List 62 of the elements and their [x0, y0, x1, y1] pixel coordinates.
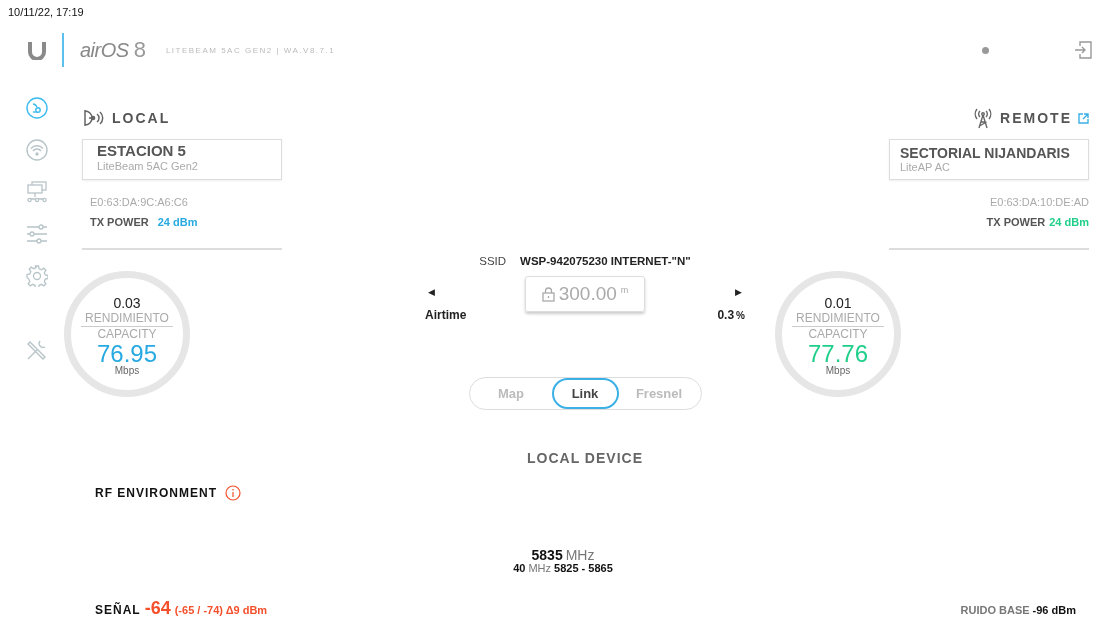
previous-arrow[interactable]: ◀ — [425, 286, 525, 298]
tools-icon[interactable] — [26, 339, 48, 361]
capacity-unit: Mbps — [825, 366, 851, 376]
rf-environment-title: RF ENVIRONMENT — [95, 486, 217, 500]
tx-power-value: 24 dBm — [1049, 215, 1089, 229]
ssid-value: WSP-942075230 INTERNET-"N" — [520, 254, 691, 269]
channel-width-unit: MHz — [528, 562, 552, 574]
noise-floor-label: RUIDO BASE — [960, 604, 1030, 616]
distance-unit: m — [620, 285, 629, 295]
channel-width: 40 — [513, 562, 526, 574]
sliders-icon[interactable] — [26, 223, 48, 245]
device-model: LiteAP AC — [900, 161, 951, 173]
product-name: airOS — [80, 38, 129, 62]
airtime-value: 0.3 — [717, 308, 735, 322]
capacity-value: 77.76 — [807, 342, 869, 366]
device-name-field[interactable]: SECTORIAL NIJANDARIS LiteAP AC — [889, 139, 1089, 180]
product-version: 8 — [133, 37, 146, 63]
next-arrow[interactable]: ▶ — [732, 286, 745, 298]
frequency-unit: MHz — [565, 548, 595, 562]
mac-address: E0:63:DA:10:DE:AD — [989, 195, 1089, 209]
section-title: LOCAL DEVICE — [526, 450, 644, 466]
capacity-label: CAPACITY — [808, 327, 868, 341]
tx-power-label: TX POWER — [90, 215, 149, 229]
settings-icon[interactable] — [26, 265, 48, 287]
mac-address: E0:63:DA:9C:A6:C6 — [90, 195, 188, 209]
airtime-unit: % — [736, 309, 745, 323]
throughput-value: 0.03 — [113, 295, 141, 311]
device-name: ESTACION 5 — [97, 142, 187, 160]
info-icon[interactable] — [225, 485, 241, 501]
device-model: LiteBeam 5AC Gen2 — [97, 160, 199, 172]
dashboard-icon[interactable] — [26, 97, 48, 119]
status-dot — [982, 46, 989, 54]
station-title: REMOTE — [1000, 110, 1072, 126]
throughput-label: RENDIMIENTO — [81, 311, 173, 327]
frequency-range: 5825 - 5865 — [554, 562, 613, 574]
device-info: LITEBEAM 5AC GEN2 | WA.V8.7.1 — [165, 45, 336, 55]
tx-power-value: 24 dBm — [157, 215, 198, 229]
ssid-label: SSID — [479, 254, 507, 269]
throughput-value: 0.01 — [824, 295, 852, 311]
capacity-unit: Mbps — [114, 366, 140, 376]
airtime-label: Airtime — [425, 308, 468, 322]
tx-power-label: TX POWER — [986, 215, 1046, 229]
capacity-label: CAPACITY — [97, 327, 157, 341]
throughput-label: RENDIMIENTO — [792, 311, 884, 327]
signal-label: SEÑAL — [95, 603, 141, 617]
capacity-value: 76.95 — [96, 342, 158, 366]
wifi-icon[interactable] — [26, 139, 48, 161]
logo-icon — [27, 40, 47, 60]
logout-icon[interactable] — [1074, 41, 1092, 59]
distance-value: 300.00 — [558, 283, 617, 305]
network-icon[interactable] — [26, 181, 48, 203]
device-name: SECTORIAL NIJANDARIS — [900, 145, 1071, 161]
noise-floor-value: -96 dBm — [1032, 604, 1076, 616]
device-name-field[interactable]: ESTACION 5 LiteBeam 5AC Gen2 — [82, 139, 282, 180]
signal-value: -64 — [144, 598, 171, 619]
signal-detail: (-65 / -74) Δ9 dBm — [174, 604, 268, 616]
external-link-icon[interactable] — [1078, 112, 1089, 124]
view-tab[interactable]: Link — [551, 378, 619, 409]
radio-signal-icon — [82, 109, 106, 127]
frequency-value: 5835 — [531, 548, 563, 562]
station-title: LOCAL — [112, 110, 171, 126]
timestamp: 10/11/22, 17:19 — [7, 5, 85, 20]
